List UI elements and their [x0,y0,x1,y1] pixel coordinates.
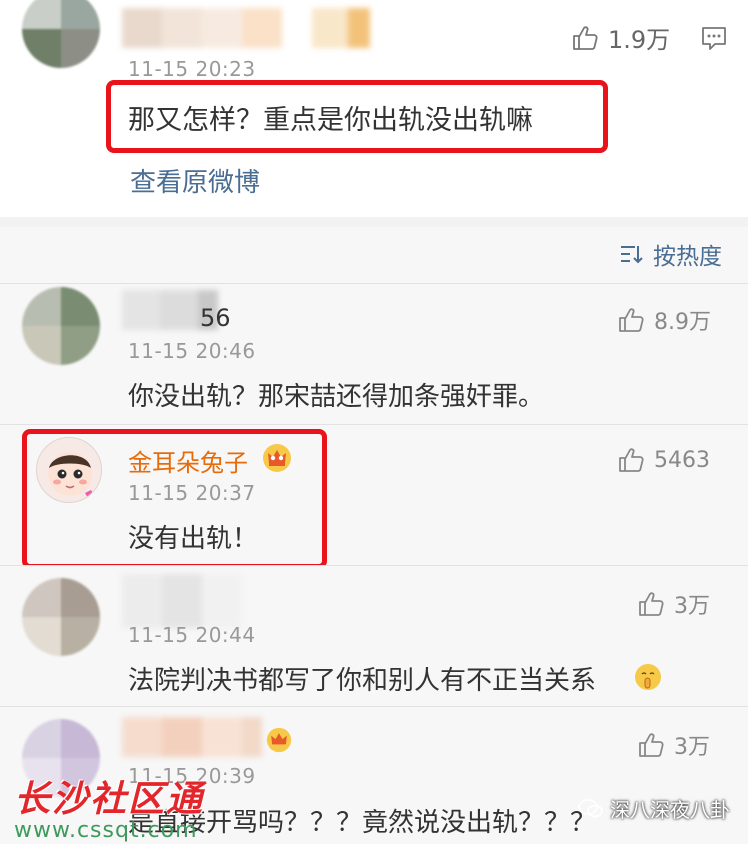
shush-emoji-icon [634,663,662,695]
thumbs-up-icon [639,592,664,616]
username-suffix[interactable]: 56 [200,304,231,332]
top-comment-card: 11-15 20:23 1.9万 那又怎样？重点是你出轨没出轨嘛 查看原微博 [0,0,748,217]
like-button[interactable]: 3万 [636,588,710,620]
like-button[interactable]: 1.9万 [570,20,670,55]
sort-by-hot-button[interactable]: 按热度 [619,237,722,271]
thumbs-up-icon [639,733,664,757]
avatar[interactable] [22,287,100,365]
highlight-box [22,429,327,569]
reply-icon[interactable] [700,24,728,56]
like-count: 3万 [674,735,710,760]
sort-label: 按热度 [653,244,722,270]
comment-text: 你没出轨？那宋喆还得加条强奸罪。 [128,382,545,412]
like-button[interactable]: 8.9万 [616,304,711,336]
list-item: 11-15 20:44 3万 法院判决书都写了你和别人有不正当关系 [0,565,748,706]
watermark-site-name: 长沙社区通 [14,779,205,820]
thumbs-up-icon [619,308,644,332]
list-item: 金耳朵兔子 11-15 20:37 5463 没有出轨！ [0,424,748,569]
wechat-icon [578,798,603,817]
watermark-site-url: www.cssqt.com [14,818,198,843]
blurred-username[interactable] [122,574,242,628]
like-button[interactable]: 5463 [616,445,710,475]
section-divider [0,217,748,227]
like-count: 8.9万 [654,310,711,335]
avatar[interactable] [22,578,100,656]
watermark-account: 深八深夜八卦 [610,798,730,822]
comment-text: 法院判决书都写了你和别人有不正当关系 [128,666,597,696]
comment-time: 11-15 20:46 [128,339,256,363]
comment-text: 那又怎样？重点是你出轨没出轨嘛 [128,105,533,136]
thumbs-up-icon [619,448,644,472]
comment-time: 11-15 20:44 [128,623,256,647]
comment-time: 11-15 20:23 [128,57,256,81]
site-watermark: 长沙社区通 www.cssqt.com [14,770,204,843]
sort-bar: 按热度 [0,227,748,283]
blurred-username[interactable] [122,717,262,757]
like-button[interactable]: 3万 [636,729,710,761]
sort-icon [621,246,643,264]
like-count: 1.9万 [608,26,671,54]
list-item: 56 11-15 20:46 8.9万 你没出轨？那宋喆还得加条强奸罪。 [0,283,748,424]
vip-crown-badge [266,727,292,757]
like-count: 3万 [674,594,710,619]
thumbs-up-icon [573,25,598,50]
like-count: 5463 [654,447,710,473]
account-watermark: 深八深夜八卦 [578,794,730,823]
view-original-link[interactable]: 查看原微博 [130,162,260,199]
avatar[interactable] [22,0,100,68]
blurred-username[interactable] [122,8,370,48]
